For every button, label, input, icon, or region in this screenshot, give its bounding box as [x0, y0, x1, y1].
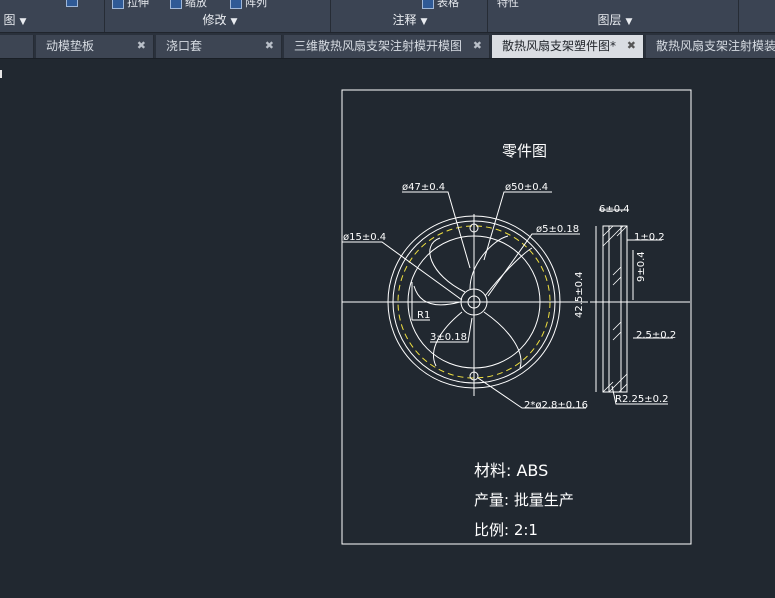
array-icon — [230, 0, 242, 9]
dim-t25: 2.5±0.2 — [636, 330, 676, 341]
spoke-1 — [429, 237, 466, 293]
dim-h9: 9±0.4 — [636, 251, 647, 282]
close-icon[interactable]: ✖ — [265, 35, 274, 57]
leader-d15 — [342, 241, 463, 301]
dim-d47: ø47±0.4 — [402, 182, 445, 193]
note-production: 产量: 批量生产 — [474, 491, 574, 509]
spoke-2 — [484, 247, 533, 297]
leader-d5 — [487, 233, 580, 297]
chevron-down-icon: ▼ — [19, 17, 27, 27]
table-icon — [422, 0, 434, 9]
dim-t1: 1±0.2 — [634, 232, 665, 243]
tab-fan-bracket-part[interactable]: 散热风扇支架塑件图* ✖ — [492, 35, 644, 58]
ribbon-tool-row: 拉伸 缩放 阵列 表格 特性 — [0, 0, 775, 9]
dim-r1: R1 — [417, 310, 430, 321]
array-button[interactable]: 阵列 — [230, 0, 267, 10]
panel-draw-label[interactable]: 图 ▼ — [0, 10, 30, 32]
stretch-icon — [112, 0, 124, 9]
hatch — [602, 225, 628, 393]
dim-d15: ø15±0.4 — [343, 232, 386, 243]
dim-d5: ø5±0.18 — [536, 224, 579, 235]
scale-icon — [170, 0, 182, 9]
dim-r225: R2.25±0.2 — [615, 394, 669, 405]
tab-previous[interactable] — [0, 35, 34, 58]
dim-holes: 2*ø2.8±0.16 — [524, 400, 588, 411]
panel-divider — [330, 0, 331, 32]
grid-icon — [66, 0, 78, 7]
panel-divider — [104, 0, 105, 32]
close-icon[interactable]: ✖ — [473, 35, 482, 57]
chevron-down-icon: ▼ — [625, 17, 633, 27]
table-button[interactable]: 表格 — [422, 0, 459, 10]
properties-button[interactable]: 特性 — [497, 0, 519, 10]
tab-fan-bracket-mold[interactable]: 散热风扇支架注射模装 — [646, 35, 775, 58]
scale-button[interactable]: 缩放 — [170, 0, 207, 10]
dim-t3: 3±0.18 — [430, 332, 467, 343]
dim-w6: 6±0.4 — [599, 204, 630, 215]
note-scale: 比例: 2:1 — [474, 521, 538, 539]
tab-3d-mold-open[interactable]: 三维散热风扇支架注射模开模图 ✖ — [284, 35, 490, 58]
dim-h42: 42.5±0.4 — [574, 271, 585, 318]
chevron-down-icon: ▼ — [420, 17, 428, 27]
tab-moving-plate[interactable]: 动模垫板 ✖ — [36, 35, 154, 58]
drawing-canvas[interactable]: 零件图 ø47±0.4 ø50±0.4 ø15±0.4 ø5±0.18 R1 3… — [0, 60, 775, 598]
panel-divider — [487, 0, 488, 32]
panel-modify-label[interactable]: 修改 ▼ — [180, 10, 260, 32]
spoke-3 — [483, 311, 522, 369]
stretch-button[interactable]: 拉伸 — [112, 0, 149, 10]
dim-d50: ø50±0.4 — [505, 182, 548, 193]
section-outline — [602, 225, 628, 393]
chevron-down-icon: ▼ — [230, 17, 238, 27]
file-tab-bar: 动模垫板 ✖ 浇口套 ✖ 三维散热风扇支架注射模开模图 ✖ 散热风扇支架塑件图* ✖ 散… — [0, 33, 775, 59]
note-material: 材料: ABS — [474, 461, 548, 480]
tab-sprue-bushing[interactable]: 浇口套 ✖ — [156, 35, 282, 58]
stretch-tool[interactable] — [66, 0, 81, 7]
ribbon: 拉伸 缩放 阵列 表格 特性 图 ▼ 修改 ▼ 注释 ▼ 图层 ▼ — [0, 0, 775, 33]
close-icon[interactable]: ✖ — [137, 35, 146, 57]
panel-layers-label[interactable]: 图层 ▼ — [575, 10, 655, 32]
drawing-title: 零件图 — [502, 142, 547, 160]
panel-divider — [738, 0, 739, 32]
panel-annotate-label[interactable]: 注释 ▼ — [370, 10, 450, 32]
close-icon[interactable]: ✖ — [627, 35, 636, 57]
